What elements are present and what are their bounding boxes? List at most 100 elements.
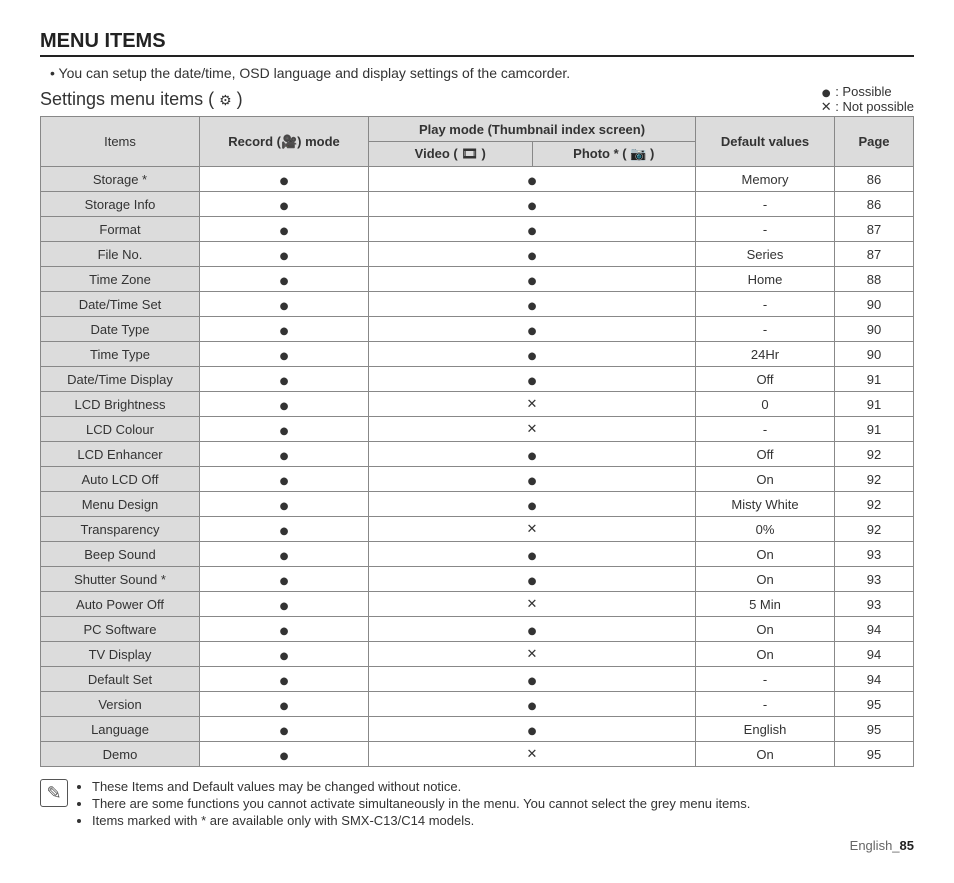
table-row: Date/Time Set●●-90 xyxy=(41,292,914,317)
row-rec: ● xyxy=(200,317,369,342)
note-list: These Items and Default values may be ch… xyxy=(78,779,750,830)
table-row: Transparency●✕0%92 xyxy=(41,517,914,542)
settings-table: Items Record (🎥) mode Play mode (Thumbna… xyxy=(40,116,914,767)
table-row: Storage *●●Memory86 xyxy=(41,167,914,192)
row-default: Home xyxy=(696,267,835,292)
row-rec: ● xyxy=(200,192,369,217)
row-rec: ● xyxy=(200,467,369,492)
th-record: Record (🎥) mode xyxy=(200,117,369,167)
intro-text: You can setup the date/time, OSD languag… xyxy=(59,65,571,81)
row-play: ✕ xyxy=(369,517,696,542)
row-page: 87 xyxy=(835,217,914,242)
row-item: PC Software xyxy=(41,617,200,642)
row-rec: ● xyxy=(200,217,369,242)
row-item: LCD Enhancer xyxy=(41,442,200,467)
row-item: Storage Info xyxy=(41,192,200,217)
row-rec: ● xyxy=(200,492,369,517)
row-item: Date/Time Set xyxy=(41,292,200,317)
row-play: ● xyxy=(369,542,696,567)
th-playmode: Play mode (Thumbnail index screen) xyxy=(369,117,696,142)
row-default: On xyxy=(696,742,835,767)
row-default: - xyxy=(696,292,835,317)
row-rec: ● xyxy=(200,617,369,642)
row-item: Date/Time Display xyxy=(41,367,200,392)
table-row: Date Type●●-90 xyxy=(41,317,914,342)
row-default: Series xyxy=(696,242,835,267)
row-item: Auto LCD Off xyxy=(41,467,200,492)
row-page: 94 xyxy=(835,667,914,692)
intro-line: • You can setup the date/time, OSD langu… xyxy=(50,65,914,81)
table-row: Version●●-95 xyxy=(41,692,914,717)
row-play: ✕ xyxy=(369,417,696,442)
row-default: - xyxy=(696,317,835,342)
row-play: ● xyxy=(369,242,696,267)
row-item: TV Display xyxy=(41,642,200,667)
row-play: ✕ xyxy=(369,642,696,667)
row-play: ● xyxy=(369,492,696,517)
row-default: Misty White xyxy=(696,492,835,517)
row-default: - xyxy=(696,217,835,242)
note-item: There are some functions you cannot acti… xyxy=(92,796,750,811)
row-page: 94 xyxy=(835,642,914,667)
table-row: Auto Power Off●✕5 Min93 xyxy=(41,592,914,617)
row-default: On xyxy=(696,642,835,667)
row-play: ● xyxy=(369,567,696,592)
row-page: 92 xyxy=(835,492,914,517)
row-default: Off xyxy=(696,442,835,467)
row-page: 93 xyxy=(835,567,914,592)
row-rec: ● xyxy=(200,567,369,592)
note-item: These Items and Default values may be ch… xyxy=(92,779,750,794)
row-page: 87 xyxy=(835,242,914,267)
row-page: 91 xyxy=(835,392,914,417)
row-play: ✕ xyxy=(369,392,696,417)
row-item: Demo xyxy=(41,742,200,767)
table-row: PC Software●●On94 xyxy=(41,617,914,642)
row-default: - xyxy=(696,417,835,442)
table-row: Demo●✕On95 xyxy=(41,742,914,767)
row-page: 90 xyxy=(835,342,914,367)
row-default: Off xyxy=(696,367,835,392)
row-page: 95 xyxy=(835,692,914,717)
row-play: ● xyxy=(369,717,696,742)
table-row: Auto LCD Off●●On92 xyxy=(41,467,914,492)
row-item: Time Type xyxy=(41,342,200,367)
row-item: Storage * xyxy=(41,167,200,192)
row-page: 92 xyxy=(835,467,914,492)
row-page: 88 xyxy=(835,267,914,292)
row-rec: ● xyxy=(200,392,369,417)
table-body: Storage *●●Memory86Storage Info●●-86Form… xyxy=(41,167,914,767)
row-rec: ● xyxy=(200,642,369,667)
th-default: Default values xyxy=(696,117,835,167)
row-rec: ● xyxy=(200,692,369,717)
subtitle: Settings menu items ( ⚙ ) xyxy=(40,89,914,110)
footer-prefix: English_ xyxy=(850,838,900,853)
row-default: On xyxy=(696,467,835,492)
row-default: - xyxy=(696,667,835,692)
row-page: 92 xyxy=(835,442,914,467)
row-default: - xyxy=(696,692,835,717)
possible-text: : Possible xyxy=(832,84,892,99)
row-rec: ● xyxy=(200,742,369,767)
row-item: Version xyxy=(41,692,200,717)
row-page: 93 xyxy=(835,542,914,567)
table-row: Date/Time Display●●Off91 xyxy=(41,367,914,392)
row-page: 90 xyxy=(835,292,914,317)
row-play: ● xyxy=(369,367,696,392)
subtitle-prefix: Settings menu items ( xyxy=(40,89,219,109)
row-default: 5 Min xyxy=(696,592,835,617)
row-default: 24Hr xyxy=(696,342,835,367)
page-title: MENU ITEMS xyxy=(40,30,914,57)
table-row: Language●●English95 xyxy=(41,717,914,742)
row-item: Menu Design xyxy=(41,492,200,517)
notes-block: ✎ These Items and Default values may be … xyxy=(40,779,914,830)
gear-icon: ⚙ xyxy=(219,92,232,108)
th-items: Items xyxy=(41,117,200,167)
table-row: Shutter Sound *●●On93 xyxy=(41,567,914,592)
row-play: ● xyxy=(369,217,696,242)
table-row: Time Zone●●Home88 xyxy=(41,267,914,292)
th-page: Page xyxy=(835,117,914,167)
row-item: Beep Sound xyxy=(41,542,200,567)
row-rec: ● xyxy=(200,242,369,267)
row-rec: ● xyxy=(200,367,369,392)
note-icon: ✎ xyxy=(40,779,68,807)
